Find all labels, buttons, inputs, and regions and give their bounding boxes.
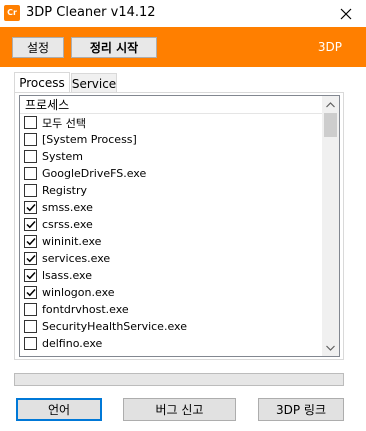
- bug-report-button[interactable]: 버그 신고: [123, 398, 236, 421]
- list-rows: 모두 선택 [System Process] System GoogleDriveFS…: [20, 114, 339, 352]
- list-item-label: winlogon.exe: [42, 286, 115, 299]
- list-item-label: wininit.exe: [42, 235, 102, 248]
- settings-button[interactable]: 설정: [12, 37, 64, 58]
- language-button[interactable]: 언어: [16, 398, 102, 421]
- start-cleanup-button[interactable]: 정리 시작: [71, 37, 157, 58]
- tab-service[interactable]: Service: [71, 73, 117, 93]
- chevron-up-icon: [326, 101, 335, 107]
- checkbox[interactable]: [24, 337, 37, 350]
- checkmark-icon: [25, 203, 36, 212]
- list-item[interactable]: winlogon.exe: [20, 284, 339, 301]
- list-item[interactable]: services.exe: [20, 250, 339, 267]
- checkbox[interactable]: [24, 150, 37, 163]
- list-item[interactable]: Registry: [20, 182, 339, 199]
- checkbox-checked[interactable]: [24, 201, 37, 214]
- app-icon: Cr: [4, 5, 20, 21]
- window-title: 3DP Cleaner v14.12: [26, 5, 156, 20]
- list-item-label: csrss.exe: [42, 218, 93, 231]
- tab-process[interactable]: Process: [14, 72, 70, 93]
- checkbox[interactable]: [24, 133, 37, 146]
- scroll-thumb[interactable]: [324, 113, 337, 137]
- list-item-label: Registry: [42, 184, 88, 197]
- process-list[interactable]: 프로세스 모두 선택 [System Process] System GoogleDr…: [19, 95, 340, 357]
- tab-panel: 프로세스 모두 선택 [System Process] System GoogleDr…: [14, 92, 344, 360]
- checkbox[interactable]: [24, 116, 37, 129]
- scroll-up-button[interactable]: [322, 96, 339, 113]
- checkbox[interactable]: [24, 303, 37, 316]
- checkbox-checked[interactable]: [24, 218, 37, 231]
- brand-label: 3DP: [317, 40, 342, 54]
- list-item-label: [System Process]: [42, 133, 137, 146]
- list-header: 프로세스: [20, 96, 339, 114]
- checkbox[interactable]: [24, 184, 37, 197]
- list-item[interactable]: System: [20, 148, 339, 165]
- list-item[interactable]: lsass.exe: [20, 267, 339, 284]
- list-item[interactable]: fontdrvhost.exe: [20, 301, 339, 318]
- list-item-label: 모두 선택: [42, 116, 86, 130]
- list-item-label: delfino.exe: [42, 337, 103, 350]
- checkbox-checked[interactable]: [24, 235, 37, 248]
- list-item-label: smss.exe: [42, 201, 93, 214]
- list-item[interactable]: wininit.exe: [20, 233, 339, 250]
- list-item-label: System: [42, 150, 84, 163]
- checkbox-checked[interactable]: [24, 252, 37, 265]
- list-item-label: fontdrvhost.exe: [42, 303, 129, 316]
- list-item[interactable]: SecurityHealthService.exe: [20, 318, 339, 335]
- vertical-scrollbar[interactable]: [322, 96, 339, 356]
- checkbox[interactable]: [24, 167, 37, 180]
- 3dp-link-button[interactable]: 3DP 링크: [258, 398, 344, 421]
- list-item[interactable]: 모두 선택: [20, 114, 339, 131]
- list-item-label: services.exe: [42, 252, 111, 265]
- checkmark-icon: [25, 288, 36, 297]
- list-item-label: SecurityHealthService.exe: [42, 320, 187, 333]
- list-item-label: GoogleDriveFS.exe: [42, 167, 147, 180]
- list-item[interactable]: csrss.exe: [20, 216, 339, 233]
- checkmark-icon: [25, 271, 36, 280]
- scroll-down-button[interactable]: [322, 339, 339, 356]
- list-item[interactable]: delfino.exe: [20, 335, 339, 352]
- checkbox-checked[interactable]: [24, 269, 37, 282]
- list-item[interactable]: smss.exe: [20, 199, 339, 216]
- checkmark-icon: [25, 237, 36, 246]
- checkbox[interactable]: [24, 320, 37, 333]
- checkbox-checked[interactable]: [24, 286, 37, 299]
- list-item[interactable]: [System Process]: [20, 131, 339, 148]
- checkmark-icon: [25, 254, 36, 263]
- checkmark-icon: [25, 220, 36, 229]
- title-bar: Cr 3DP Cleaner v14.12: [0, 0, 366, 27]
- toolbar: 설정 정리 시작 3DP: [0, 27, 366, 67]
- close-icon: [340, 8, 352, 19]
- list-item-label: lsass.exe: [42, 269, 92, 282]
- close-button[interactable]: [326, 0, 366, 27]
- progress-bar: [14, 373, 344, 386]
- chevron-down-icon: [326, 345, 335, 351]
- list-item[interactable]: GoogleDriveFS.exe: [20, 165, 339, 182]
